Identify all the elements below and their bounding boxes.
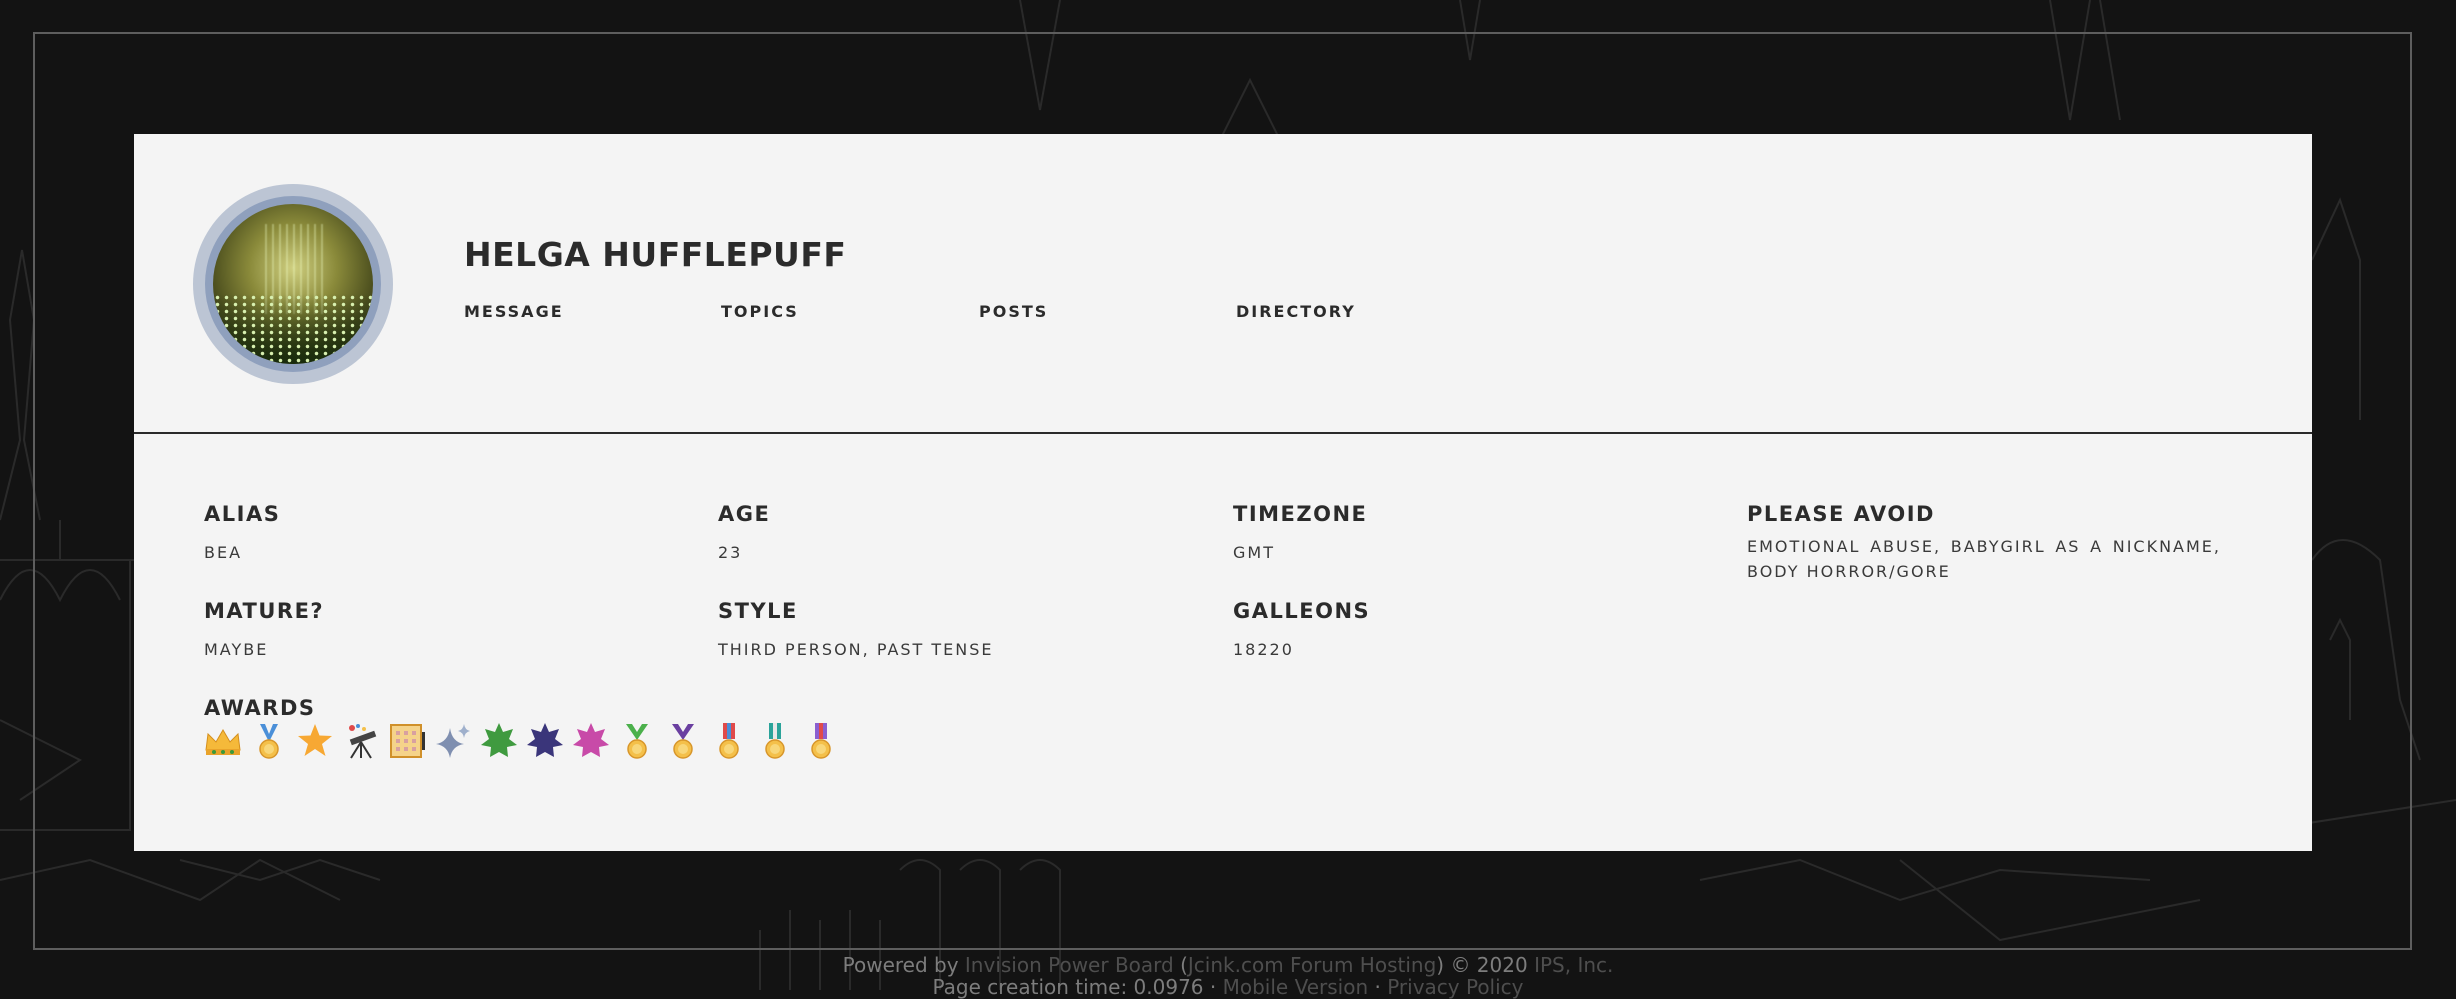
footer-separator: · [1374,975,1381,999]
purple-ribbon-medal-icon [811,723,831,759]
avatar [193,184,393,384]
nav-message-link[interactable]: MESSAGE [464,302,564,321]
footer-ips-link[interactable]: IPS, Inc. [1534,953,1613,977]
profile-header: HELGA HUFFLEPUFF MESSAGE TOPICS POSTS DI… [134,134,2312,434]
awards-label: AWARDS [204,696,316,720]
purple-star-icon [527,723,563,757]
footer-mobile-link[interactable]: Mobile Version [1223,975,1369,999]
nav-posts-link[interactable]: POSTS [979,302,1048,321]
mature-value: MAYBE [204,640,269,659]
sparkles-icon [436,724,470,758]
green-star-icon [481,723,517,757]
footer-credits: Powered by Invision Power Board (Jcink.c… [0,953,2456,977]
calendar-icon [390,724,425,758]
galleons-label: GALLEONS [1233,599,1371,623]
age-label: AGE [718,502,771,526]
telescope-icon [349,724,377,759]
timezone-value: GMT [1233,543,1275,562]
red-ribbon-medal-icon [719,723,739,759]
alias-label: ALIAS [204,502,281,526]
purple-medal-icon [672,724,694,759]
style-value: THIRD PERSON, PAST TENSE [718,640,994,659]
profile-card: HELGA HUFFLEPUFF MESSAGE TOPICS POSTS DI… [134,134,2312,851]
avatar-lights-detail [213,294,373,364]
pink-star-icon [573,723,609,757]
nav-topics-link[interactable]: TOPICS [721,302,799,321]
nav-directory-link[interactable]: DIRECTORY [1236,302,1356,321]
gold-star-icon [298,724,332,756]
footer-page-time-text: Page creation time: 0.0976 · [932,975,1217,999]
age-value: 23 [718,543,743,562]
green-medal-icon [626,724,648,759]
footer-hosting-link[interactable]: Jcink.com Forum Hosting [1188,953,1436,977]
timezone-label: TIMEZONE [1233,502,1368,526]
crown-icon [205,729,241,755]
footer-page-time: Page creation time: 0.0976 · Mobile Vers… [0,975,2456,999]
avatar-image [213,204,373,364]
avatar-frame [205,196,381,372]
profile-name: HELGA HUFFLEPUFF [464,235,847,274]
footer-privacy-link[interactable]: Privacy Policy [1387,975,1523,999]
galleons-value: 18220 [1233,640,1294,659]
footer-paren-open: ( [1180,953,1188,977]
blue-medal-icon [259,724,279,759]
alias-value: BEA [204,543,243,562]
footer-paren-close: ) [1436,953,1445,977]
footer-copyright: © 2020 [1450,953,1528,977]
teal-ribbon-medal-icon [765,723,785,759]
style-label: STYLE [718,599,798,623]
footer-powered-by: Powered by [842,953,959,977]
please-avoid-label: PLEASE AVOID [1747,502,1935,526]
footer-ipb-link[interactable]: Invision Power Board [965,953,1174,977]
please-avoid-value: EMOTIONAL ABUSE, BABYGIRL AS A NICKNAME,… [1747,537,2221,581]
mature-label: MATURE? [204,599,325,623]
